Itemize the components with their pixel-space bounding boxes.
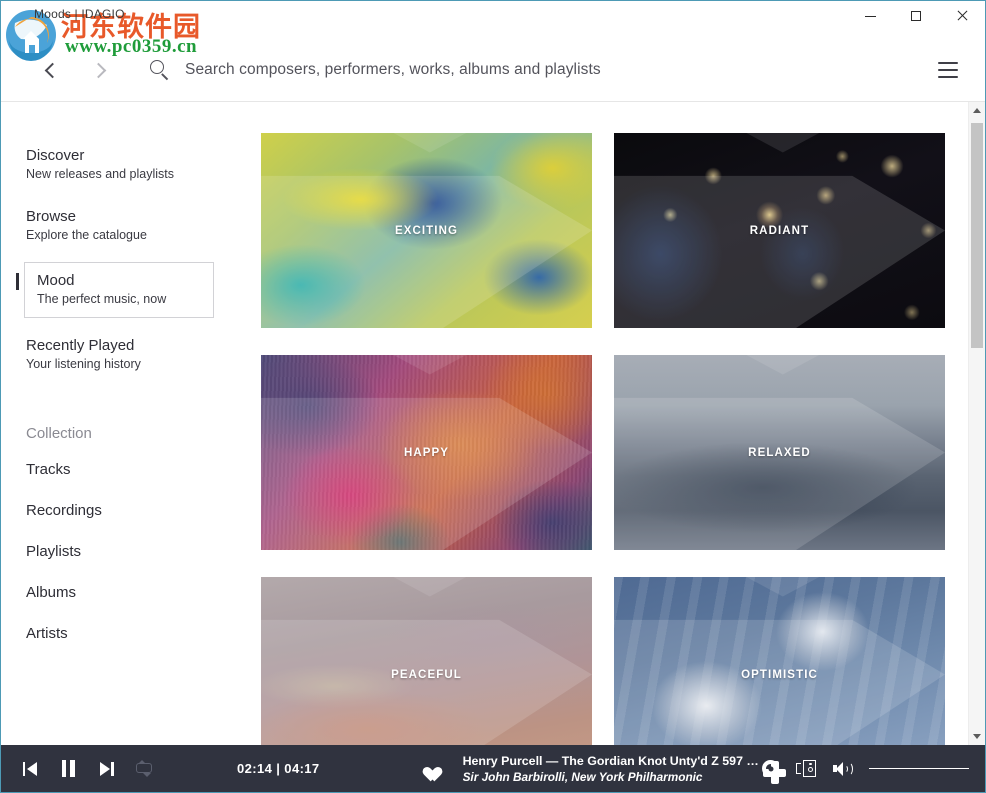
sidebar-item-playlists[interactable]: Playlists (1, 543, 259, 560)
chevron-down-icon (973, 734, 981, 739)
mood-tile-label: PEACEFUL (261, 669, 592, 681)
sidebar-item-albums[interactable]: Albums (1, 584, 259, 601)
forward-button[interactable] (83, 53, 117, 87)
app-window: Moods | IDAGIO 河东软件园 www.pc0359.cn (0, 0, 986, 793)
previous-track-button[interactable] (19, 758, 41, 780)
mood-grid-area: EXCITING RADIANT HAPPY (259, 102, 985, 745)
repeat-button[interactable] (133, 758, 155, 780)
scrollbar-track[interactable] (969, 119, 985, 728)
search-input[interactable] (185, 61, 923, 79)
mood-tile-peaceful[interactable]: PEACEFUL (261, 577, 592, 745)
scroll-down-button[interactable] (969, 728, 985, 745)
chevron-right-icon (90, 62, 106, 78)
now-playing-text: Henry Purcell — The Gordian Knot Unty'd … (463, 753, 762, 785)
sidebar-item-artists[interactable]: Artists (1, 625, 259, 642)
volume-slider[interactable] (869, 762, 969, 776)
vertical-scrollbar[interactable] (968, 102, 985, 745)
sidebar-item-recently-played[interactable]: Recently Played Your listening history (1, 330, 259, 379)
scrollbar-thumb[interactable] (971, 123, 983, 348)
content-area: Discover New releases and playlists Brow… (1, 102, 985, 745)
transport-controls (19, 758, 155, 780)
sidebar: Discover New releases and playlists Brow… (1, 102, 259, 745)
minimize-button[interactable] (847, 1, 893, 31)
track-artist: Sir John Barbirolli, New York Philharmon… (463, 769, 762, 785)
sidebar-section-collection: Collection (1, 425, 259, 442)
play-pause-button[interactable] (57, 758, 79, 780)
menu-icon[interactable] (933, 55, 963, 85)
mood-tile-relaxed[interactable]: RELAXED (614, 355, 945, 550)
cast-device-icon[interactable] (796, 760, 816, 777)
close-button[interactable] (939, 1, 985, 31)
mood-tile-label: RADIANT (614, 225, 945, 237)
volume-icon[interactable] (833, 761, 852, 777)
sidebar-item-subtitle: Explore the catalogue (26, 227, 245, 244)
back-button[interactable] (33, 53, 67, 87)
previous-icon (23, 762, 38, 776)
window-title: Moods | IDAGIO (34, 7, 125, 21)
repeat-icon (135, 761, 154, 776)
mood-tile-radiant[interactable]: RADIANT (614, 133, 945, 328)
mood-tile-label: EXCITING (261, 225, 592, 237)
mood-tile-label: OPTIMISTIC (614, 669, 945, 681)
mood-tile-label: HAPPY (261, 447, 592, 459)
sidebar-item-browse[interactable]: Browse Explore the catalogue (1, 201, 259, 250)
sidebar-item-recordings[interactable]: Recordings (1, 502, 259, 519)
player-right-controls (762, 760, 969, 777)
chevron-up-icon (973, 108, 981, 113)
navigation-bar (1, 39, 985, 102)
sidebar-item-tracks[interactable]: Tracks (1, 461, 259, 478)
sidebar-item-title: Recently Played (26, 336, 245, 355)
search-bar[interactable] (149, 59, 923, 81)
maximize-button[interactable] (893, 1, 939, 31)
next-track-button[interactable] (95, 758, 117, 780)
sidebar-item-mood[interactable]: Mood The perfect music, now (24, 262, 214, 318)
mood-tile-exciting[interactable]: EXCITING (261, 133, 592, 328)
window-controls (847, 1, 985, 31)
sidebar-item-subtitle: New releases and playlists (26, 166, 245, 183)
mood-grid: EXCITING RADIANT HAPPY (261, 133, 945, 745)
mood-tile-happy[interactable]: HAPPY (261, 355, 592, 550)
next-icon (99, 762, 114, 776)
close-icon (956, 10, 968, 22)
maximize-icon (911, 11, 921, 21)
title-bar: Moods | IDAGIO 河东软件园 www.pc0359.cn (1, 1, 985, 39)
mood-tile-label: RELAXED (614, 447, 945, 459)
player-bar: 02:14 | 04:17 Henry Purcell — The Gordia… (1, 745, 985, 792)
minimize-icon (865, 16, 876, 17)
chevron-left-icon (44, 62, 60, 78)
playback-time: 02:14 | 04:17 (237, 761, 320, 776)
sidebar-item-title: Discover (26, 146, 245, 165)
track-title: Henry Purcell — The Gordian Knot Unty'd … (463, 753, 762, 769)
gear-icon[interactable] (762, 760, 779, 777)
mood-tile-optimistic[interactable]: OPTIMISTIC (614, 577, 945, 745)
sidebar-item-discover[interactable]: Discover New releases and playlists (1, 140, 259, 189)
scroll-up-button[interactable] (969, 102, 985, 119)
sidebar-collection-nav: Tracks Recordings Playlists Albums Artis… (1, 461, 259, 642)
sidebar-item-subtitle: The perfect music, now (37, 291, 199, 308)
sidebar-item-title: Mood (37, 271, 199, 290)
sidebar-item-subtitle: Your listening history (26, 356, 245, 373)
search-icon (149, 59, 171, 81)
sidebar-item-title: Browse (26, 207, 245, 226)
pause-icon (62, 760, 75, 777)
now-playing: Henry Purcell — The Gordian Knot Unty'd … (420, 753, 762, 785)
favorite-icon[interactable] (420, 761, 437, 776)
sidebar-primary-nav: Discover New releases and playlists Brow… (1, 140, 259, 379)
